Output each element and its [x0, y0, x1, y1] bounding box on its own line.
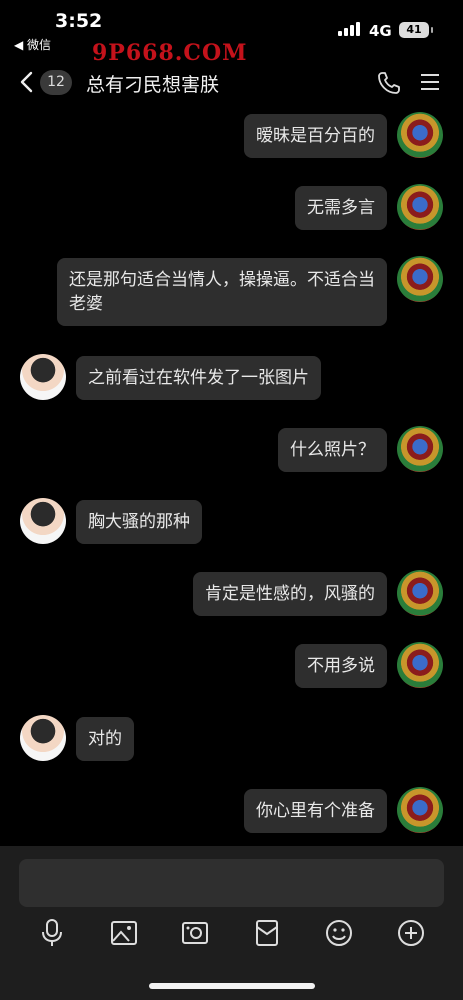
- message-bubble[interactable]: 胸大骚的那种: [76, 500, 202, 544]
- message-bubble[interactable]: 还是那句适合当情人，操操逼。不适合当老婆: [57, 258, 387, 326]
- deity-avatar[interactable]: [397, 642, 443, 688]
- chat-header: 12 总有刁民想害朕: [0, 58, 463, 106]
- plus-icon[interactable]: [396, 918, 426, 948]
- status-time: 3:52: [55, 10, 103, 32]
- child-avatar[interactable]: [20, 498, 66, 544]
- message-bubble[interactable]: 不用多说: [295, 644, 387, 688]
- deity-avatar[interactable]: [397, 426, 443, 472]
- message-row: 什么照片？: [0, 426, 463, 478]
- network-type: 4G: [369, 22, 392, 40]
- camera-icon[interactable]: [180, 918, 210, 948]
- deity-avatar[interactable]: [397, 256, 443, 302]
- chat-title: 总有刁民想害朕: [86, 74, 220, 96]
- message-bubble[interactable]: 你心里有个准备: [244, 789, 387, 833]
- deity-avatar[interactable]: [397, 570, 443, 616]
- message-row: 之前看过在软件发了一张图片: [0, 354, 463, 406]
- composer-bar: [0, 846, 463, 1000]
- message-bubble[interactable]: 之前看过在软件发了一张图片: [76, 356, 321, 400]
- message-bubble[interactable]: 暧昧是百分百的: [244, 114, 387, 158]
- back-to-app-link[interactable]: ◀ 微信: [14, 36, 51, 53]
- deity-avatar[interactable]: [397, 184, 443, 230]
- home-indicator: [149, 983, 315, 989]
- back-chevron-icon[interactable]: [16, 70, 40, 94]
- message-bubble[interactable]: 无需多言: [295, 186, 387, 230]
- menu-icon[interactable]: [419, 72, 441, 92]
- unread-count-badge[interactable]: 12: [40, 70, 72, 95]
- message-bubble[interactable]: 肯定是性感的，风骚的: [193, 572, 387, 616]
- message-row: 无需多言: [0, 184, 463, 236]
- microphone-icon[interactable]: [37, 918, 67, 948]
- deity-avatar[interactable]: [397, 112, 443, 158]
- message-row: 对的: [0, 715, 463, 767]
- emoji-icon[interactable]: [324, 918, 354, 948]
- status-bar: 3:52 ◀ 微信 9P668.COM 4G 41: [0, 0, 463, 66]
- message-row: 不用多说: [0, 642, 463, 694]
- message-bubble[interactable]: 对的: [76, 717, 134, 761]
- message-row: 你心里有个准备: [0, 787, 463, 839]
- cellular-signal-icon: [338, 22, 362, 36]
- message-row: 暧昧是百分百的: [0, 112, 463, 164]
- message-row: 胸大骚的那种: [0, 498, 463, 550]
- phone-call-icon[interactable]: [376, 70, 402, 96]
- photo-icon[interactable]: [109, 918, 139, 948]
- battery-icon: 41: [399, 22, 433, 38]
- child-avatar[interactable]: [20, 354, 66, 400]
- message-row: 肯定是性感的，风骚的: [0, 570, 463, 622]
- red-packet-icon[interactable]: [252, 918, 282, 948]
- deity-avatar[interactable]: [397, 787, 443, 833]
- message-row: 还是那句适合当情人，操操逼。不适合当老婆: [0, 256, 463, 332]
- child-avatar[interactable]: [20, 715, 66, 761]
- message-bubble[interactable]: 什么照片？: [278, 428, 387, 472]
- message-input[interactable]: [19, 859, 444, 907]
